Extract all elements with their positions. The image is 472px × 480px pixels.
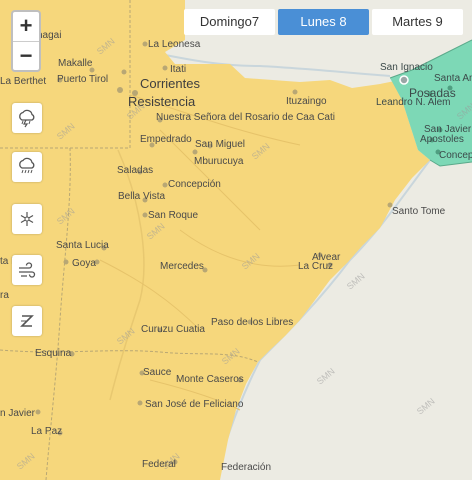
label-monte-caseros: Monte Caseros xyxy=(176,374,244,385)
label-esquina: Esquina xyxy=(35,348,72,359)
label-puerto-tirol: Puerto Tirol xyxy=(57,74,108,85)
label-caa-cati: Nuestra Señora del Rosario de Caa Cati xyxy=(156,112,335,123)
label-la-berthet: La Berthet xyxy=(0,76,46,87)
label-mburucuya: Mburucuya xyxy=(194,156,244,167)
tab-martes[interactable]: Martes 9 xyxy=(372,9,463,35)
zoom-control: + − xyxy=(11,10,41,72)
label-empedrado: Empedrado xyxy=(140,134,192,145)
label-san-javier-santa-fe: n Javier xyxy=(0,408,36,419)
label-corrientes: Corrientes xyxy=(140,76,200,91)
tab-lunes[interactable]: Lunes 8 xyxy=(278,9,369,35)
label-apostoles: Apostoles xyxy=(420,134,464,145)
label-federacion: Federación xyxy=(221,462,271,473)
storm-rain-icon[interactable] xyxy=(12,103,42,133)
label-sauce: Sauce xyxy=(143,367,172,378)
label-la-leonesa: La Leonesa xyxy=(148,39,201,50)
label-santa-lucia: Santa Lucia xyxy=(56,240,109,251)
label-goya: Goya xyxy=(72,258,96,269)
label-concepcion: Concepción xyxy=(168,179,221,190)
label-santo-tome: Santo Tome xyxy=(392,206,446,217)
label-bella-vista: Bella Vista xyxy=(118,191,166,202)
zoom-in-button[interactable]: + xyxy=(13,12,39,42)
rain-icon[interactable] xyxy=(12,152,42,182)
zoom-out-button[interactable]: − xyxy=(13,42,39,71)
label-leandro-alem: Leandro N. Alem xyxy=(376,97,451,108)
label-santa-ana: Santa Ana xyxy=(434,73,472,84)
day-tabs: Domingo7 Lunes 8 Martes 9 xyxy=(184,9,463,35)
label-concepcion-misiones: Concep xyxy=(439,150,472,161)
wind-icon[interactable] xyxy=(12,255,42,285)
label-saladas: Saladas xyxy=(117,165,153,176)
zonda-icon[interactable] xyxy=(12,306,42,336)
label-san-ignacio: San Ignacio xyxy=(380,62,433,73)
label-federal: Federal xyxy=(142,459,176,470)
label-resistencia: Resistencia xyxy=(128,94,196,109)
tab-domingo[interactable]: Domingo7 xyxy=(184,9,275,35)
label-san-roque: San Roque xyxy=(148,210,198,221)
label-makalle: Makalle xyxy=(58,58,93,69)
san-ignacio-marker xyxy=(399,75,409,85)
label-itati: Itati xyxy=(170,64,186,75)
label-ituzaingo: Ituzaingo xyxy=(286,96,327,107)
alert-map[interactable]: SMN SMN SMN SMN SMN SMN SMN SMN SMN SMN … xyxy=(0,0,472,480)
label-san-miguel: San Miguel xyxy=(195,139,245,150)
label-curuzu-cuatia: Curuzu Cuatia xyxy=(141,324,205,335)
label-la-paz: La Paz xyxy=(31,426,62,437)
label-ra: ra xyxy=(0,290,9,301)
label-san-jose-de-feliciano: San José de Feliciano xyxy=(145,399,244,410)
label-la-cruz: La Cruz xyxy=(298,261,333,272)
label-mercedes: Mercedes xyxy=(160,261,204,272)
label-paso-de-los-libres: Paso de los Libres xyxy=(211,317,293,328)
snow-icon[interactable] xyxy=(12,204,42,234)
